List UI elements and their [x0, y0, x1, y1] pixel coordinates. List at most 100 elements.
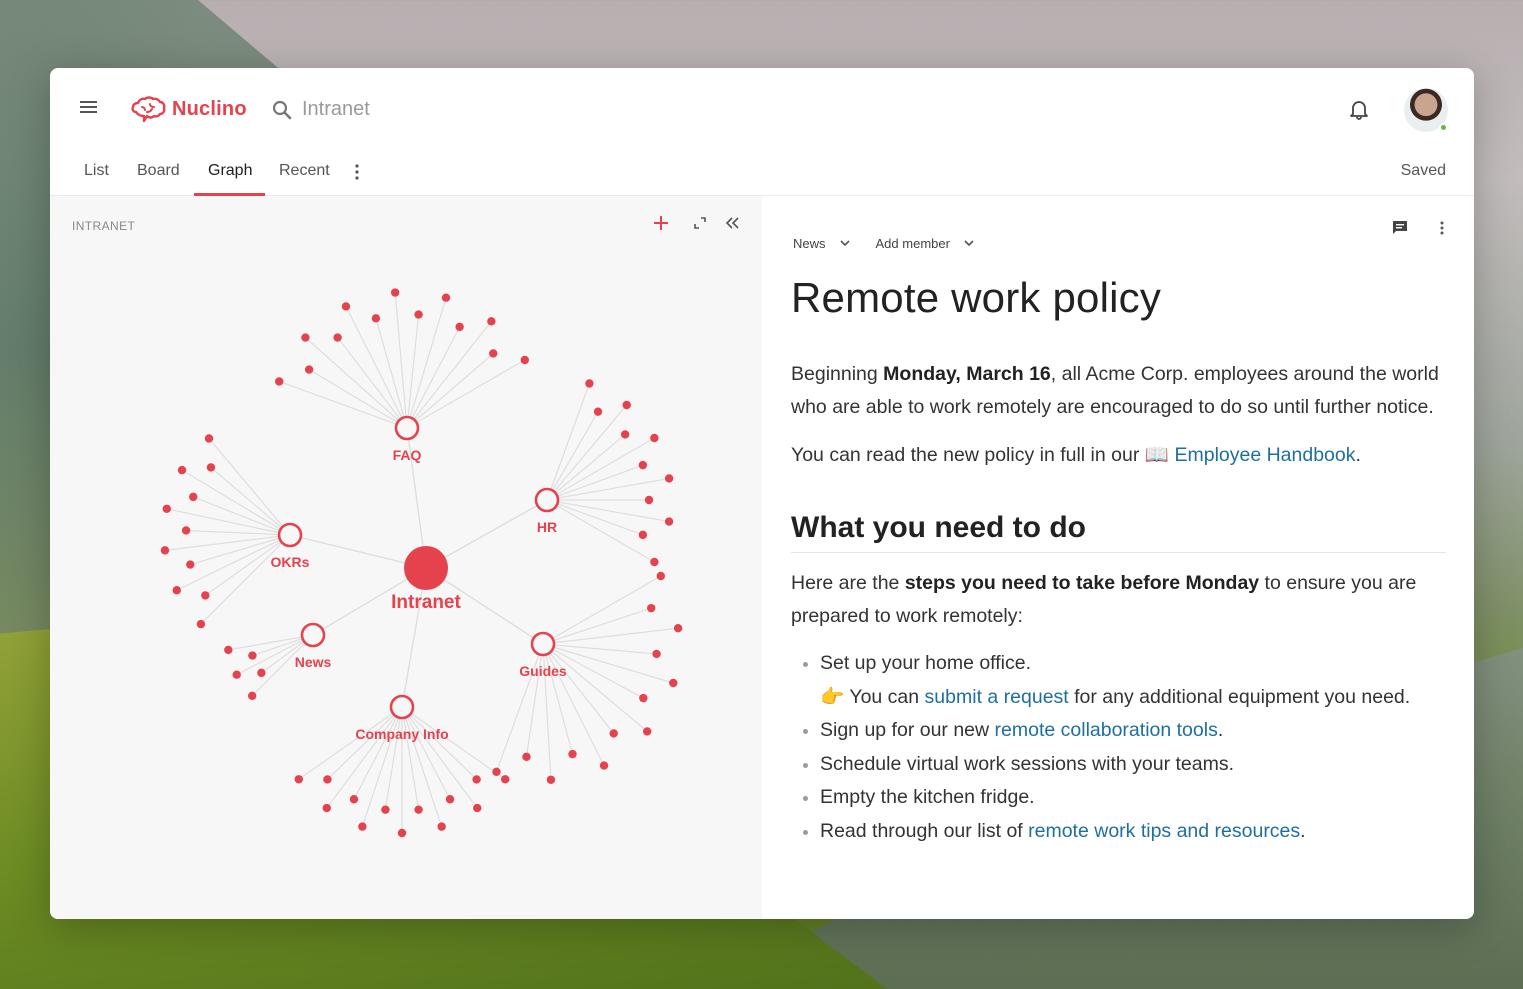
document-body[interactable]: Beginning Monday, March 16, all Acme Cor… [791, 358, 1446, 848]
tab-graph[interactable]: Graph [208, 162, 252, 180]
graph-leaf-node[interactable] [333, 333, 342, 342]
graph-leaf-node[interactable] [669, 678, 678, 688]
graph-leaf-node[interactable] [189, 492, 198, 502]
graph-leaf-node[interactable] [650, 557, 659, 567]
graph-leaf-node[interactable] [196, 619, 206, 629]
graph-edge[interactable] [406, 314, 420, 429]
graph-leaf-node[interactable] [349, 795, 359, 804]
comment-icon[interactable] [1392, 220, 1408, 236]
graph-cluster-label[interactable]: HR [537, 519, 557, 535]
graph-cluster-node[interactable] [277, 522, 303, 548]
graph-leaf-node[interactable] [585, 379, 594, 388]
search-input[interactable]: Intranet [302, 98, 370, 121]
graph-leaf-node[interactable] [390, 288, 400, 297]
graph-edge[interactable] [401, 706, 506, 780]
graph-leaf-node[interactable] [472, 775, 481, 784]
graph-leaf-node[interactable] [437, 822, 446, 831]
employee-handbook-link[interactable]: Employee Handbook [1174, 444, 1355, 466]
graph-edge[interactable] [542, 575, 662, 645]
graph-cluster-node[interactable] [534, 487, 560, 513]
graph-leaf-node[interactable] [181, 526, 191, 535]
knowledge-graph[interactable]: FAQ HR OKRs News Guides Company Info Intranet [50, 196, 762, 919]
graph-leaf-node[interactable] [201, 591, 210, 600]
graph-leaf-node[interactable] [593, 407, 603, 416]
graph-leaf-node[interactable] [568, 749, 577, 759]
graph-leaf-node[interactable] [322, 803, 331, 813]
graph-leaf-node[interactable] [381, 805, 390, 814]
graph-edge[interactable] [305, 337, 408, 429]
graph-leaf-node[interactable] [638, 460, 648, 470]
chevron-down-icon[interactable] [839, 240, 850, 247]
graph-leaf-node[interactable] [664, 474, 674, 483]
graph-leaf-node[interactable] [664, 517, 674, 526]
graph-cluster-label[interactable]: OKRs [271, 554, 310, 570]
graph-leaf-node[interactable] [622, 400, 631, 410]
search-bar[interactable]: Intranet [272, 98, 370, 121]
graph-cluster-node[interactable] [530, 631, 556, 657]
graph-leaf-node[interactable] [323, 775, 332, 784]
graph-leaf-node[interactable] [650, 433, 659, 443]
graph-leaf-node[interactable] [204, 434, 214, 443]
graph-leaf-node[interactable] [248, 651, 257, 660]
tab-board[interactable]: Board [137, 162, 180, 180]
more-vertical-icon[interactable] [1440, 221, 1444, 235]
graph-leaf-node[interactable] [301, 333, 310, 342]
graph-leaf-node[interactable] [341, 302, 351, 311]
graph-leaf-node[interactable] [639, 693, 648, 703]
graph-leaf-node[interactable] [224, 645, 233, 655]
graph-leaf-node[interactable] [599, 761, 609, 770]
graph-leaf-node[interactable] [441, 293, 451, 302]
graph-edge[interactable] [193, 496, 291, 536]
graph-leaf-node[interactable] [644, 495, 654, 505]
graph-leaf-node[interactable] [186, 560, 195, 569]
graph-leaf-node[interactable] [275, 377, 284, 386]
more-vertical-icon[interactable] [355, 164, 359, 180]
graph-leaf-node[interactable] [206, 463, 216, 472]
collection-dropdown[interactable]: News [793, 236, 826, 251]
graph-edge[interactable] [542, 643, 615, 734]
graph-leaf-node[interactable] [546, 775, 556, 784]
graph-leaf-node[interactable] [414, 805, 423, 814]
graph-edge[interactable] [326, 706, 403, 780]
graph-leaf-node[interactable] [492, 767, 501, 776]
chevron-down-icon[interactable] [964, 240, 974, 247]
graph-edge[interactable] [546, 499, 644, 536]
graph-center-label[interactable]: Intranet [391, 592, 461, 613]
graph-cluster-node[interactable] [394, 415, 420, 441]
tab-list[interactable]: List [84, 162, 109, 180]
graph-leaf-node[interactable] [455, 322, 464, 332]
graph-leaf-node[interactable] [638, 530, 648, 540]
graph-leaf-node[interactable] [487, 317, 496, 326]
expand-icon[interactable] [691, 214, 709, 232]
graph-leaf-node[interactable] [656, 571, 665, 581]
graph-cluster-label[interactable]: Company Info [355, 726, 448, 742]
graph-edge[interactable] [406, 353, 494, 429]
graph-edge[interactable] [401, 706, 478, 809]
document-title[interactable]: Remote work policy [791, 274, 1161, 322]
graph-leaf-node[interactable] [445, 795, 455, 804]
graph-leaf-node[interactable] [172, 586, 181, 595]
graph-leaf-node[interactable] [294, 775, 303, 784]
graph-cluster-label[interactable]: News [295, 654, 332, 670]
graph-edge[interactable] [278, 380, 408, 429]
graph-leaf-node[interactable] [522, 752, 531, 761]
graph-leaf-node[interactable] [673, 624, 683, 633]
graph-cluster-node[interactable] [389, 694, 415, 720]
graph-leaf-node[interactable] [520, 355, 529, 365]
remote-tips-link[interactable]: remote work tips and resources [1028, 820, 1300, 842]
graph-leaf-node[interactable] [371, 314, 381, 323]
submit-request-link[interactable]: submit a request [925, 686, 1069, 708]
graph-leaf-node[interactable] [247, 691, 257, 701]
graph-leaf-node[interactable] [232, 670, 241, 679]
graph-leaf-node[interactable] [647, 603, 656, 613]
graph-leaf-node[interactable] [620, 430, 630, 439]
avatar[interactable] [1404, 88, 1448, 132]
graph-leaf-node[interactable] [177, 465, 187, 475]
graph-edge[interactable] [326, 706, 403, 809]
graph-edge[interactable] [298, 706, 403, 780]
graph-edge[interactable] [406, 320, 492, 429]
graph-edge[interactable] [546, 411, 599, 501]
graph-leaf-node[interactable] [609, 729, 618, 738]
graph-center-node[interactable] [404, 546, 448, 590]
graph-edge[interactable] [542, 607, 652, 645]
